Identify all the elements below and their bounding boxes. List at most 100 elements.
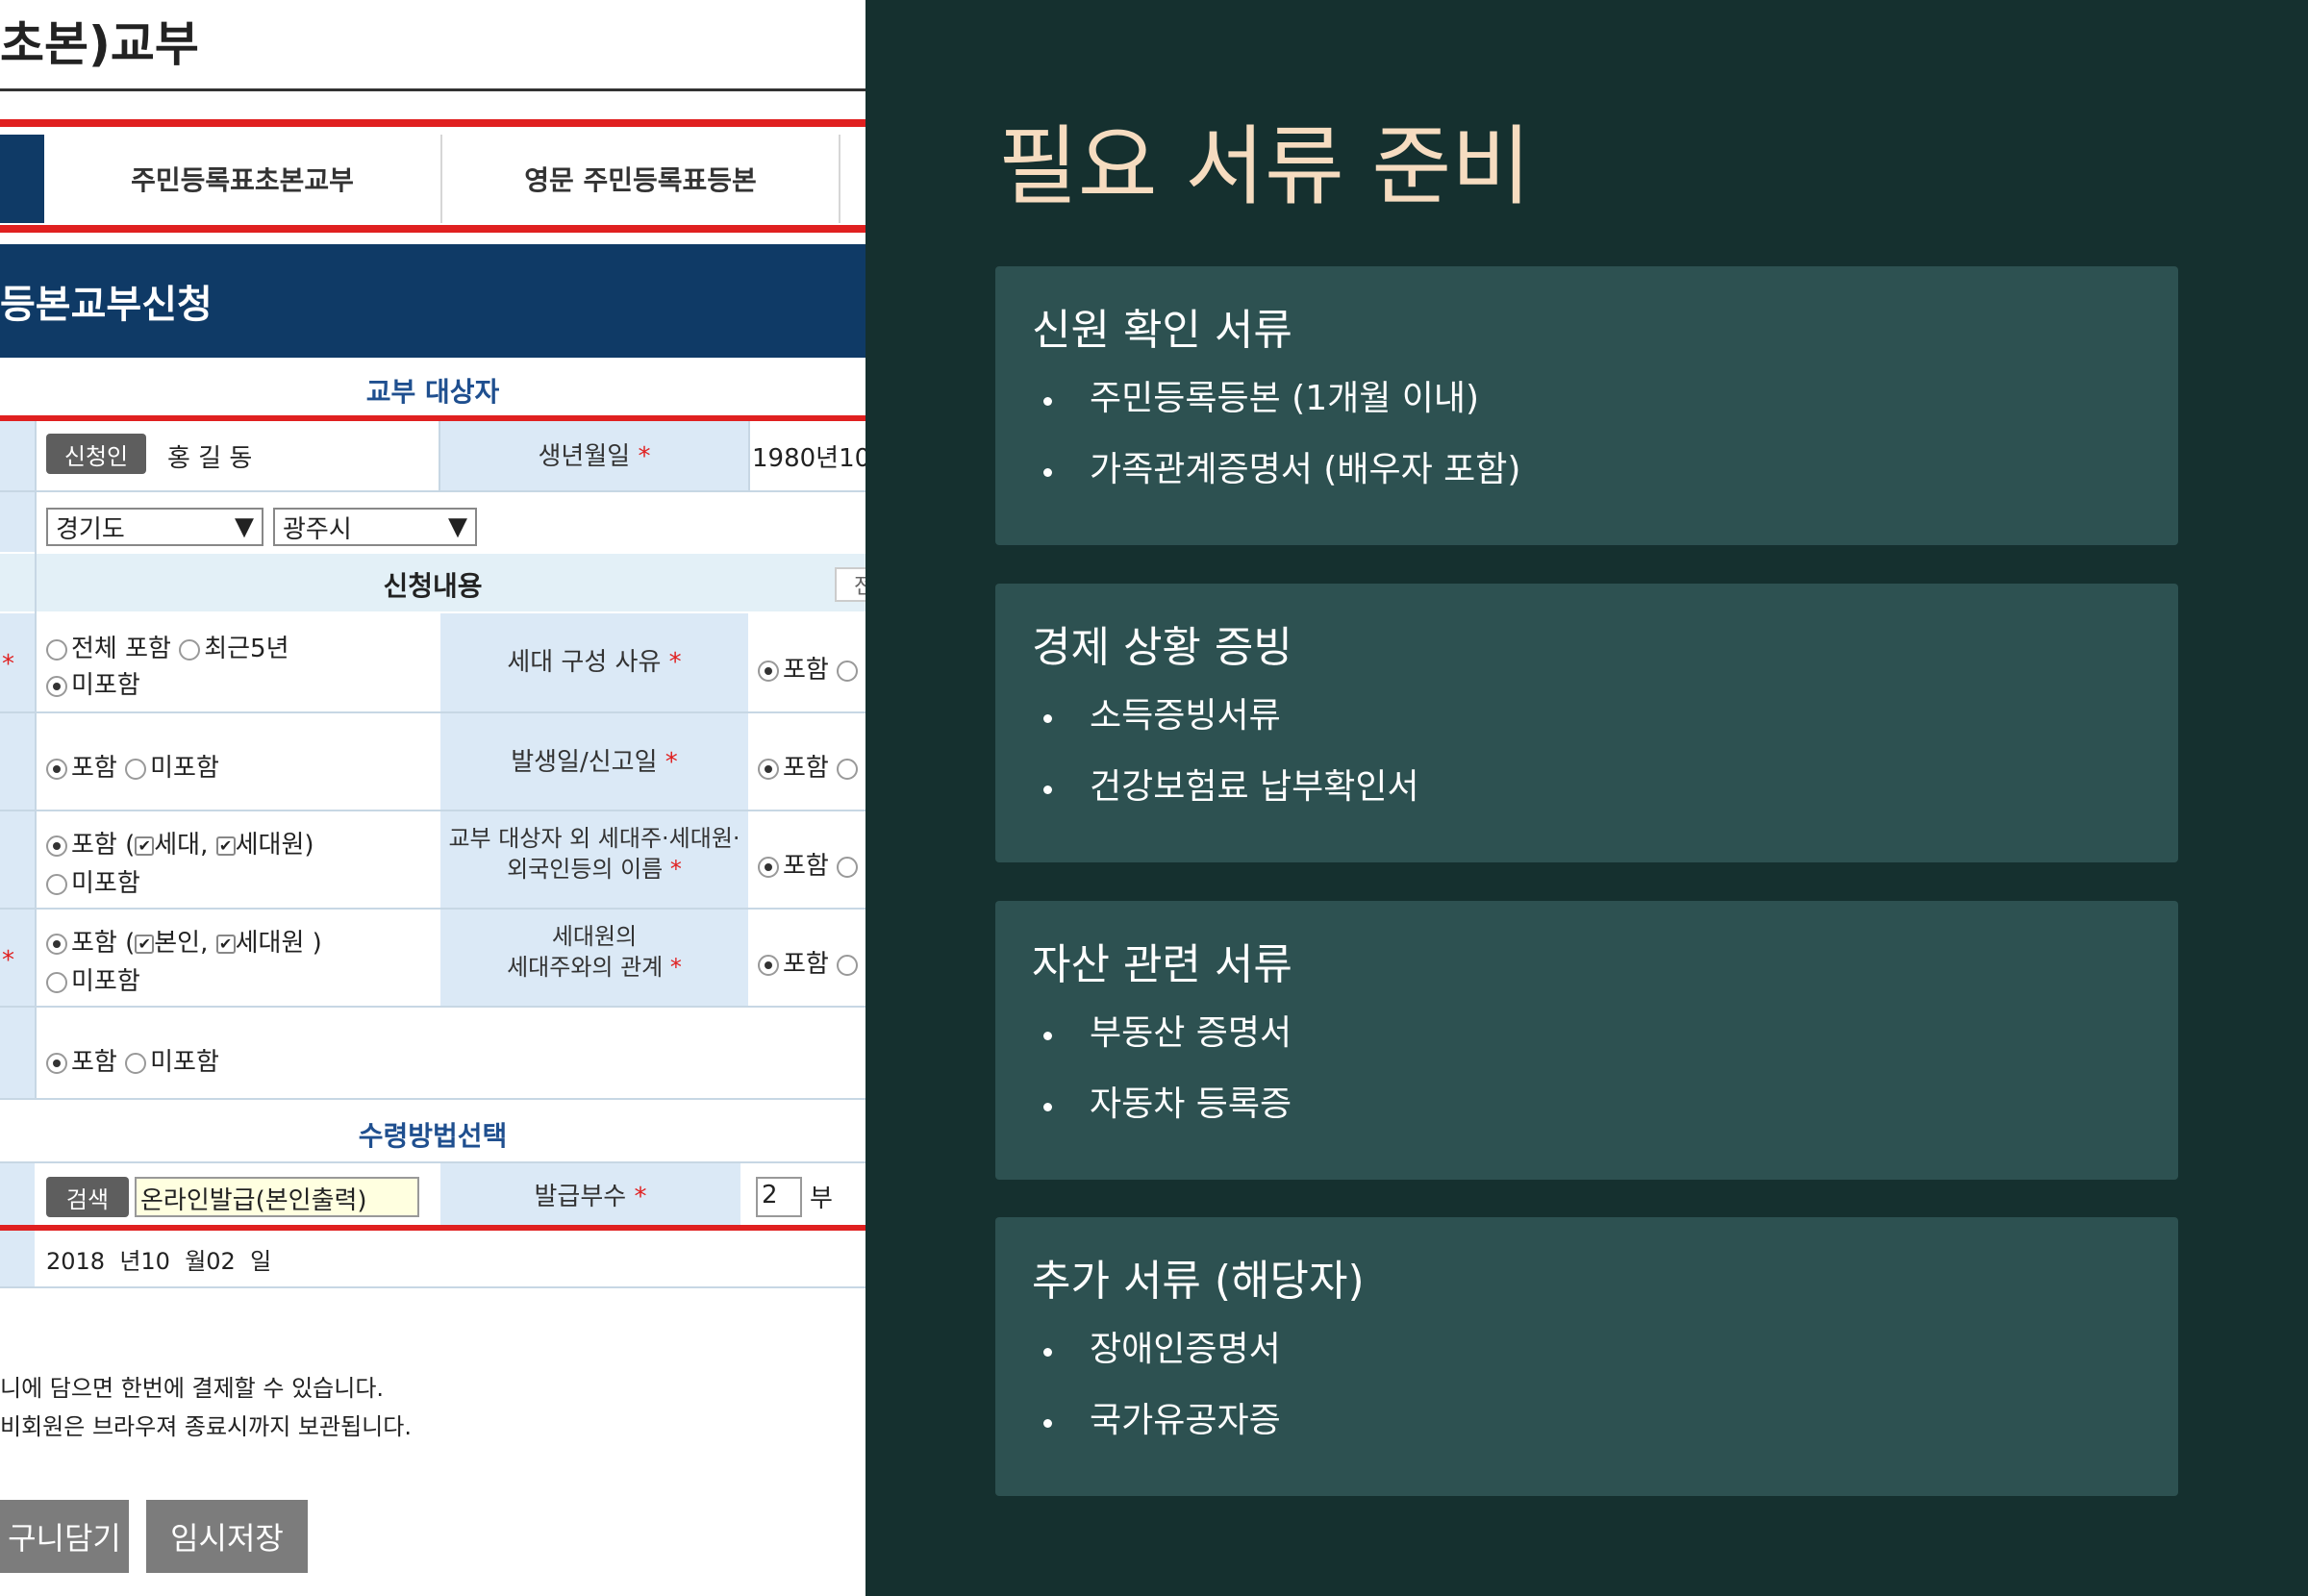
radio-exclude[interactable] xyxy=(125,1052,147,1074)
radio-include[interactable] xyxy=(46,933,67,955)
list-item: 건강보험료 납부확인서 xyxy=(1032,762,1419,834)
row4-options-line2: 미포함 xyxy=(46,961,140,997)
list-item: 국가유공자증 xyxy=(1032,1396,1281,1467)
applicant-name: 홍 길 동 xyxy=(167,444,253,473)
required-mark: * xyxy=(2,650,14,679)
temp-save-button[interactable]: 임시저장 xyxy=(146,1500,308,1573)
list-item: 부동산 증명서 xyxy=(1032,1009,1292,1080)
row1-options-line2: 미포함 xyxy=(46,665,140,701)
checkbox-household-member[interactable]: ✔ xyxy=(215,934,236,954)
copies-label: 발급부수 * xyxy=(534,1183,647,1211)
card-title: 추가 서류 (해당자) xyxy=(1032,1257,1365,1306)
search-button[interactable]: 검색 xyxy=(46,1177,129,1217)
card-list: 부동산 증명서 자동차 등록증 xyxy=(1032,1009,1292,1151)
row-label-cell xyxy=(0,1163,35,1225)
card-asset-documents: 자산 관련 서류 부동산 증명서 자동차 등록증 xyxy=(995,901,2178,1180)
row2-label: 발생일/신고일 * xyxy=(511,748,678,777)
radio-exclude[interactable] xyxy=(837,954,859,976)
row4-label: 세대원의 세대주와의 관계 * xyxy=(507,923,682,982)
card-additional-documents: 추가 서류 (해당자) 장애인증명서 국가유공자증 xyxy=(995,1217,2178,1496)
row4-options-line1: 포함 (✔ 본인, ✔ 세대원 ) xyxy=(46,923,322,959)
tab-active[interactable] xyxy=(0,135,44,223)
list-item: 가족관계증명서 (배우자 포함) xyxy=(1032,445,1520,516)
card-list: 장애인증명서 국가유공자증 xyxy=(1032,1325,1281,1467)
cart-note-line2: 비회원은 브라우져 종료시까지 보관됩니다. xyxy=(0,1413,412,1440)
row1-options-line1: 전체 포함 최근5년 xyxy=(46,629,289,664)
radio-all[interactable] xyxy=(46,638,67,661)
copies-input[interactable]: 2 xyxy=(756,1177,802,1217)
card-title: 신원 확인 서류 xyxy=(1032,306,1292,355)
card-identity-documents: 신원 확인 서류 주민등록등본 (1개월 이내) 가족관계증명서 (배우자 포함… xyxy=(995,266,2178,545)
list-item: 소득증빙서류 xyxy=(1032,691,1419,762)
checkbox-self[interactable]: ✔ xyxy=(135,934,155,954)
radio-include[interactable] xyxy=(758,954,779,976)
row2-options: 포함 미포함 xyxy=(46,748,219,784)
radio-exclude[interactable] xyxy=(46,873,67,895)
tab-resident-abstract[interactable]: 주민등록표초본교부 xyxy=(44,135,442,223)
row1-right-option: 포함 xyxy=(758,650,862,686)
row-label-cell xyxy=(0,421,35,490)
row1-label: 세대 구성 사유 * xyxy=(507,648,682,677)
radio-include[interactable] xyxy=(758,660,779,682)
slide-panel: 필요 서류 준비 신원 확인 서류 주민등록등본 (1개월 이내) 가족관계증명… xyxy=(866,0,2308,1596)
form-screenshot: 초본)교부 주민등록표초본교부 영문 주민등록표등본 등본교부신청 교부 대상자… xyxy=(0,0,866,1596)
checkbox-household-member[interactable]: ✔ xyxy=(215,835,236,856)
birth-value: 1980년10 xyxy=(752,444,866,473)
radio-exclude[interactable] xyxy=(837,758,859,780)
tab-english-copy[interactable]: 영문 주민등록표등본 xyxy=(442,135,840,223)
row-label-cell xyxy=(0,713,35,810)
card-title: 자산 관련 서류 xyxy=(1032,940,1292,989)
radio-include[interactable] xyxy=(46,758,67,780)
grid-line xyxy=(748,421,750,490)
row-divider xyxy=(0,490,866,492)
list-item: 주민등록등본 (1개월 이내) xyxy=(1032,374,1520,445)
row-label-cell xyxy=(0,1231,35,1286)
radio-exclude[interactable] xyxy=(837,856,859,878)
section-request-title: 신청내용 xyxy=(383,570,483,602)
radio-exclude[interactable] xyxy=(46,675,67,697)
row-divider xyxy=(0,1098,866,1100)
tabbar-top-rule xyxy=(0,119,866,127)
dropdown-arrow-icon: ▼ xyxy=(235,512,254,541)
grid-line xyxy=(35,421,37,1098)
section-receive-title: 수령방법선택 xyxy=(358,1120,508,1152)
row-label-cell xyxy=(0,492,35,552)
cart-note-line1: 니에 담으면 한번에 결제할 수 있습니다. xyxy=(0,1375,385,1402)
grid-line xyxy=(439,421,440,490)
date-text: 2018 년10 월02 일 xyxy=(46,1248,272,1275)
list-item: 장애인증명서 xyxy=(1032,1325,1281,1396)
row3-options-line2: 미포함 xyxy=(46,863,140,899)
row-label-cell xyxy=(0,1008,35,1098)
radio-exclude[interactable] xyxy=(46,971,67,993)
dropdown-arrow-icon: ▼ xyxy=(448,512,467,541)
card-economic-proof: 경제 상황 증빙 소득증빙서류 건강보험료 납부확인서 xyxy=(995,584,2178,862)
slide-title: 필요 서류 준비 xyxy=(998,116,1532,217)
title-divider xyxy=(0,88,866,91)
province-select[interactable]: 경기도 ▼ xyxy=(46,508,263,546)
card-title: 경제 상황 증빙 xyxy=(1032,623,1292,672)
card-list: 주민등록등본 (1개월 이내) 가족관계증명서 (배우자 포함) xyxy=(1032,374,1520,516)
birth-label: 생년월일 * xyxy=(538,442,651,471)
applicant-badge[interactable]: 신청인 xyxy=(46,434,146,474)
radio-exclude[interactable] xyxy=(125,758,147,780)
request-side-button[interactable]: 전 xyxy=(835,567,866,602)
row3-options-line1: 포함 (✔ 세대, ✔ 세대원) xyxy=(46,825,314,860)
checkbox-household[interactable]: ✔ xyxy=(135,835,155,856)
receive-method-field[interactable]: 온라인발급(본인출력) xyxy=(135,1177,419,1217)
radio-include[interactable] xyxy=(758,856,779,878)
radio-include[interactable] xyxy=(758,758,779,780)
radio-exclude[interactable] xyxy=(837,660,859,682)
row2-right-option: 포함 xyxy=(758,748,862,784)
card-list: 소득증빙서류 건강보험료 납부확인서 xyxy=(1032,691,1419,834)
add-to-cart-button[interactable]: 구니담기 xyxy=(0,1500,129,1573)
row-divider xyxy=(0,1286,866,1288)
city-select[interactable]: 광주시 ▼ xyxy=(273,508,477,546)
radio-include[interactable] xyxy=(46,835,67,857)
radio-recent5[interactable] xyxy=(179,638,201,661)
page-title: 초본)교부 xyxy=(0,16,199,72)
row4-right-option: 포함 xyxy=(758,944,862,980)
section-red-rule xyxy=(0,1225,866,1231)
radio-include[interactable] xyxy=(46,1052,67,1074)
section-recipient-title: 교부 대상자 xyxy=(365,376,500,408)
list-item: 자동차 등록증 xyxy=(1032,1080,1292,1151)
